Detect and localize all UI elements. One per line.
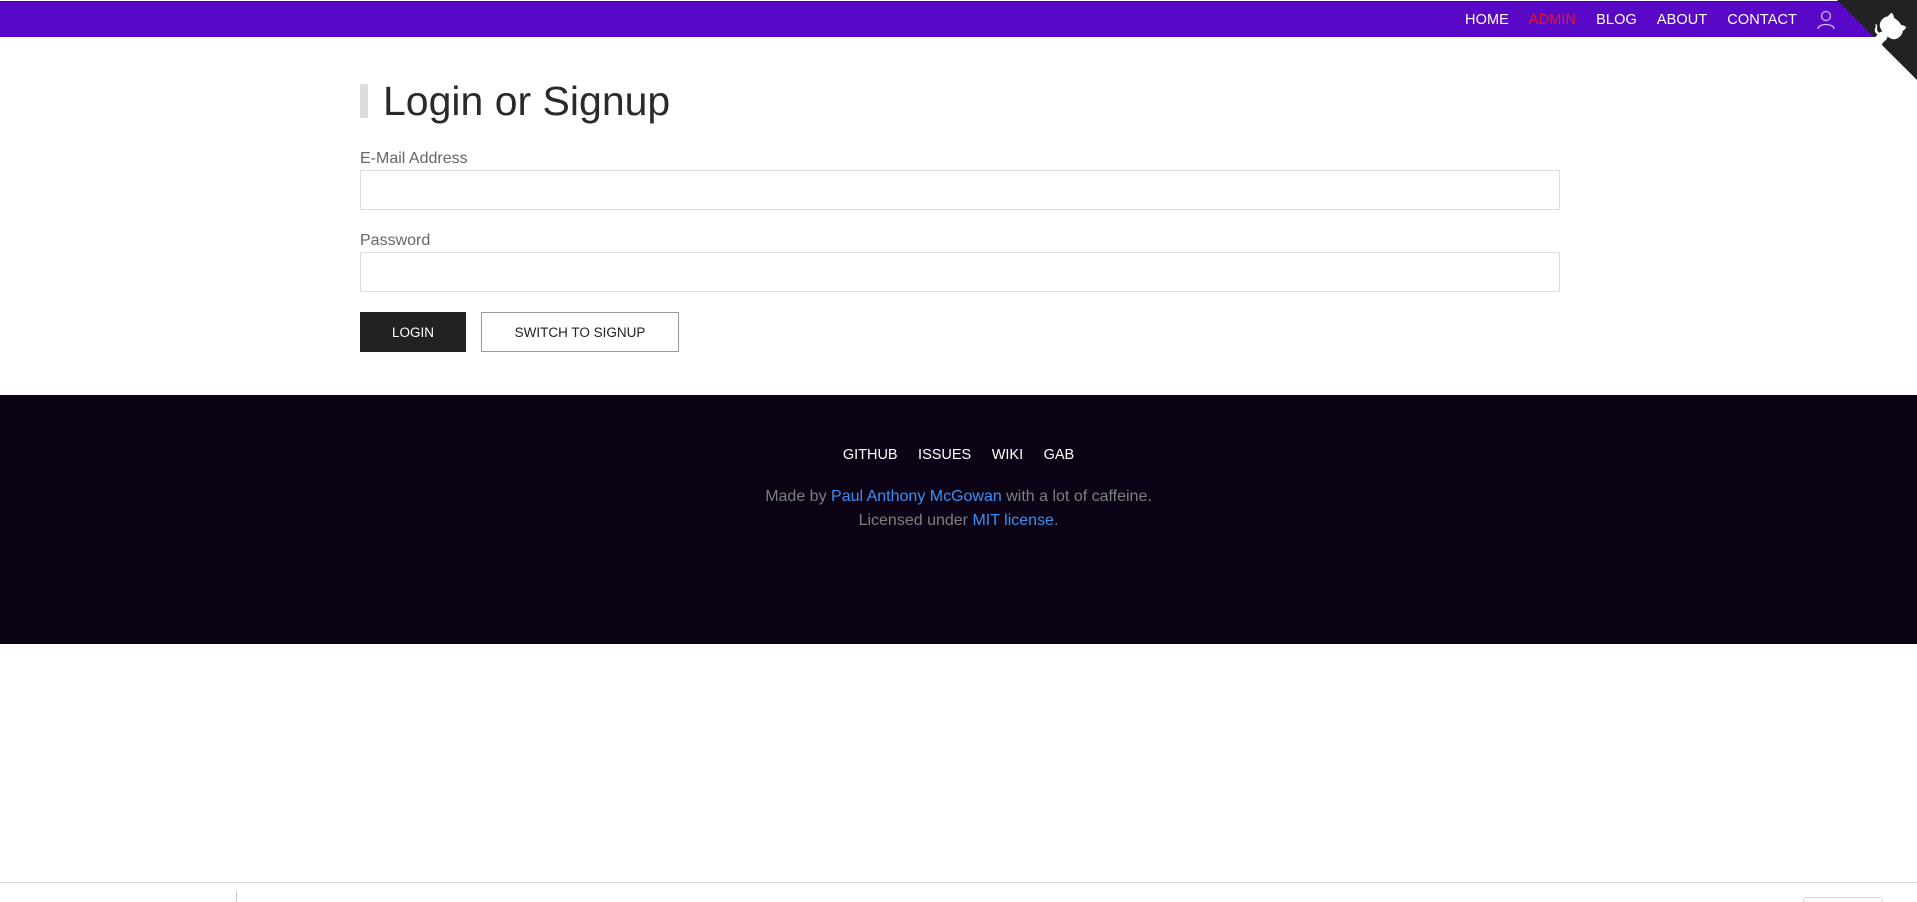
page-title-wrap: Login or Signup: [360, 78, 1560, 124]
password-field[interactable]: [360, 252, 1560, 292]
footer-wiki-link[interactable]: WIKI: [992, 447, 1023, 463]
email-label: E-Mail Address: [360, 150, 468, 167]
user-icon[interactable]: [1817, 10, 1835, 30]
email-field[interactable]: [360, 170, 1560, 210]
nav-about-link[interactable]: ABOUT: [1657, 12, 1707, 28]
form-buttons: LOGIN SWITCH TO SIGNUP: [360, 312, 1560, 352]
made-by-prefix: Made by: [765, 488, 832, 505]
footer-links: GITHUB ISSUES WIKI GAB: [0, 446, 1917, 464]
nav-blog-link[interactable]: BLOG: [1596, 12, 1637, 28]
main-nav: HOME ADMIN BLOG ABOUT CONTACT: [1445, 2, 1835, 38]
bottom-panel: [0, 882, 1917, 902]
login-form-section: Login or Signup E-Mail Address Password …: [360, 78, 1560, 352]
license-prefix: Licensed under: [858, 512, 973, 529]
page-title: Login or Signup: [383, 78, 671, 124]
nav-contact-link[interactable]: CONTACT: [1727, 12, 1797, 28]
footer-issues-link[interactable]: ISSUES: [918, 447, 971, 463]
footer-github-link[interactable]: GITHUB: [843, 447, 898, 463]
made-by-suffix: with a lot of caffeine.: [1001, 488, 1152, 505]
mit-license-link[interactable]: MIT license: [972, 512, 1054, 529]
top-navbar: HOME ADMIN BLOG ABOUT CONTACT: [0, 1, 1917, 37]
nav-home-link[interactable]: HOME: [1465, 12, 1509, 28]
bottom-divider: [236, 891, 237, 902]
bottom-panel-tab[interactable]: [1803, 897, 1883, 902]
login-button[interactable]: LOGIN: [360, 312, 466, 352]
title-accent-bar: [360, 84, 368, 118]
site-footer: GITHUB ISSUES WIKI GAB Made by Paul Anth…: [0, 395, 1917, 644]
license-suffix: .: [1053, 512, 1059, 529]
footer-gab-link[interactable]: GAB: [1044, 447, 1075, 463]
switch-to-signup-button[interactable]: SWITCH TO SIGNUP: [481, 312, 679, 352]
password-label: Password: [360, 232, 431, 249]
nav-admin-link[interactable]: ADMIN: [1529, 12, 1576, 28]
author-link[interactable]: Paul Anthony McGowan: [831, 488, 1002, 505]
license-text: Licensed under MIT license.: [0, 512, 1917, 530]
github-octocat-icon: [1837, 0, 1917, 80]
github-corner-link[interactable]: [1837, 0, 1917, 80]
made-by-text: Made by Paul Anthony McGowan with a lot …: [0, 488, 1917, 506]
